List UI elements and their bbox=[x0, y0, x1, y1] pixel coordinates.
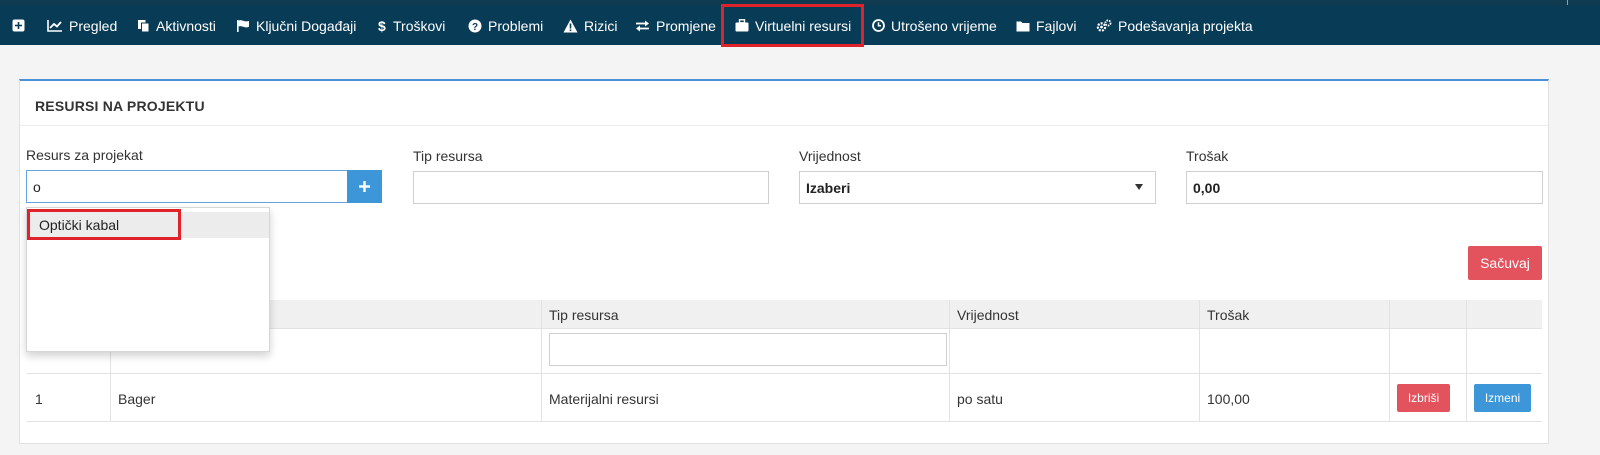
nav-item-utroseno-vrijeme[interactable]: Utrošeno vrijeme bbox=[872, 6, 997, 45]
nav-item-label: Problemi bbox=[488, 17, 544, 34]
resource-label: Resurs za projekat bbox=[26, 147, 143, 163]
folder-icon bbox=[1016, 21, 1030, 31]
nav-item-troskovi[interactable]: $ Troškovi bbox=[378, 6, 445, 45]
type-input[interactable] bbox=[413, 171, 769, 204]
top-strip-tick bbox=[1567, 0, 1568, 5]
panel-title: RESURSI NA PROJEKTU bbox=[35, 98, 205, 114]
flag-icon bbox=[237, 19, 249, 32]
nav-item-label: Troškovi bbox=[393, 17, 446, 34]
warning-icon bbox=[563, 19, 578, 32]
value-label: Vrijednost bbox=[799, 148, 861, 164]
nav-item-promjene[interactable]: Promjene bbox=[635, 6, 716, 45]
nav-item-label: Fajlovi bbox=[1036, 17, 1077, 34]
nav-item-virtuelni-resursi[interactable]: Virtuelni resursi bbox=[735, 6, 851, 45]
caret-down-icon bbox=[1135, 184, 1143, 190]
row-value: po satu bbox=[957, 391, 1003, 407]
col-divider bbox=[1466, 300, 1467, 422]
row-name: Bager bbox=[118, 391, 156, 407]
resource-input[interactable] bbox=[26, 170, 348, 203]
nav-item-pregled[interactable]: Pregled bbox=[47, 6, 117, 45]
svg-text:$: $ bbox=[378, 19, 386, 33]
col-divider bbox=[949, 300, 950, 422]
nav-item-label: Rizici bbox=[584, 17, 618, 34]
nav-item-label: Aktivnosti bbox=[156, 17, 216, 34]
col-divider bbox=[541, 300, 542, 422]
cost-label: Trošak bbox=[1186, 148, 1229, 164]
svg-text:?: ? bbox=[472, 22, 478, 33]
clock-icon bbox=[872, 19, 885, 32]
nav-item-label: Podešavanja projekta bbox=[1118, 17, 1253, 34]
nav-item-problemi[interactable]: ? Problemi bbox=[468, 6, 543, 45]
panel-divider bbox=[20, 125, 1548, 126]
nav-item-label: Pregled bbox=[69, 17, 118, 34]
suggestion-label: Optički kabal bbox=[39, 217, 120, 233]
type-filter-input[interactable] bbox=[549, 333, 947, 366]
copy-icon bbox=[138, 19, 150, 32]
th-type: Tip resursa bbox=[549, 307, 619, 323]
row-divider bbox=[27, 421, 1542, 422]
gears-icon bbox=[1096, 19, 1112, 32]
dollar-icon: $ bbox=[378, 19, 386, 33]
th-cost: Trošak bbox=[1207, 307, 1250, 323]
delete-button[interactable]: Izbriši bbox=[1397, 384, 1450, 412]
col-divider bbox=[1199, 300, 1200, 422]
add-icon[interactable] bbox=[12, 6, 31, 45]
value-select-text: Izaberi bbox=[806, 179, 851, 196]
line-chart-icon bbox=[47, 20, 62, 32]
suggestion-item[interactable]: Optički kabal bbox=[27, 212, 269, 238]
briefcase-icon bbox=[735, 19, 749, 32]
th-value: Vrijednost bbox=[957, 307, 1019, 323]
question-circle-icon: ? bbox=[468, 19, 482, 33]
row-number: 1 bbox=[35, 391, 43, 407]
save-button[interactable]: Sačuvaj bbox=[1468, 246, 1542, 280]
nav-item-kljucni-dogadjaji[interactable]: Ključni Događaji bbox=[236, 6, 356, 45]
project-navbar: Pregled Aktivnosti Ključni Događaji $ Tr… bbox=[0, 4, 1600, 47]
nav-item-label: Ključni Događaji bbox=[256, 17, 357, 34]
nav-item-aktivnosti[interactable]: Aktivnosti bbox=[137, 6, 216, 45]
nav-item-label: Virtuelni resursi bbox=[755, 17, 852, 34]
edit-button[interactable]: Izmeni bbox=[1474, 384, 1531, 412]
nav-item-label: Promjene bbox=[656, 17, 716, 34]
plus-icon bbox=[359, 181, 370, 192]
nav-item-podesavanja-projekta[interactable]: Podešavanja projekta bbox=[1096, 6, 1253, 45]
autocomplete-dropdown: Optički kabal bbox=[26, 207, 270, 352]
type-label: Tip resursa bbox=[413, 148, 483, 164]
exchange-icon bbox=[636, 20, 649, 31]
nav-item-fajlovi[interactable]: Fajlovi bbox=[1016, 6, 1076, 45]
row-cost: 100,00 bbox=[1207, 391, 1250, 407]
row-type: Materijalni resursi bbox=[549, 391, 659, 407]
row-divider bbox=[27, 373, 1542, 374]
value-select[interactable]: Izaberi bbox=[799, 171, 1156, 204]
col-divider bbox=[1389, 300, 1390, 422]
cost-input[interactable] bbox=[1186, 171, 1543, 204]
nav-item-rizici[interactable]: Rizici bbox=[563, 6, 617, 45]
nav-item-label: Utrošeno vrijeme bbox=[891, 17, 997, 34]
add-resource-button[interactable] bbox=[347, 170, 382, 203]
